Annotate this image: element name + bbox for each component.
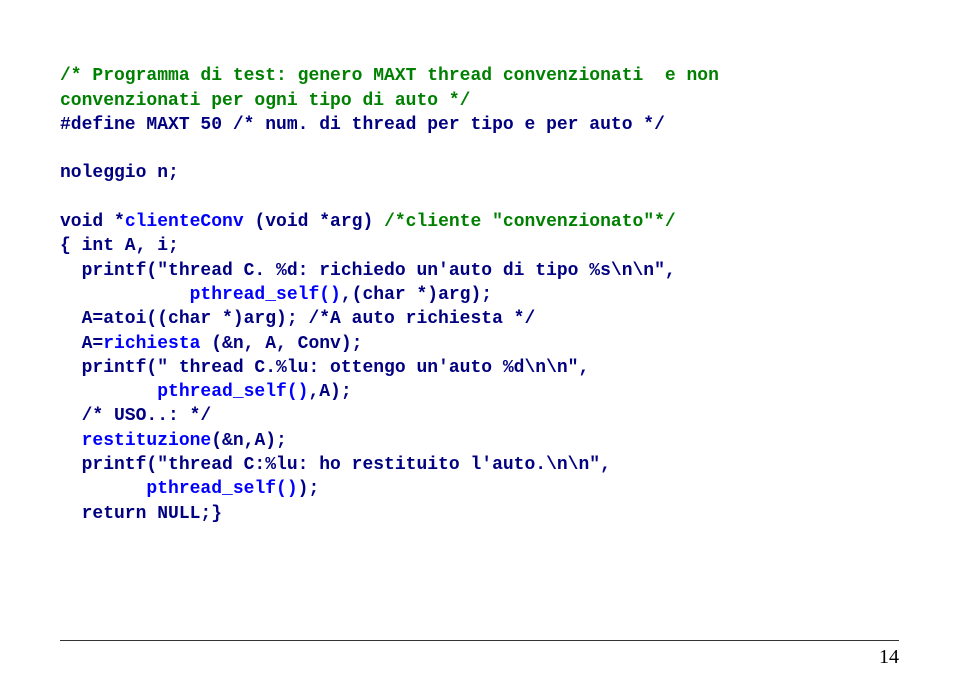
comment-line: /* Programma di test: genero MAXT thread… (60, 66, 719, 86)
code-line: #define MAXT 50 /* num. di thread per ti… (60, 115, 665, 135)
code-line: A=richiesta (&n, A, Conv); (60, 334, 362, 354)
identifier: richiesta (103, 334, 200, 354)
identifier: pthread_self() (146, 479, 297, 499)
code-line: printf(" thread C.%lu: ottengo un'auto %… (60, 358, 589, 378)
code-block: /* Programma di test: genero MAXT thread… (60, 40, 899, 526)
identifier: pthread_self() (190, 285, 341, 305)
comment-inline: /*cliente "convenzionato"*/ (384, 212, 676, 232)
identifier: restituzione (82, 431, 212, 451)
identifier: pthread_self() (157, 382, 308, 402)
code-line: A=atoi((char *)arg); /*A auto richiesta … (60, 309, 535, 329)
code-line: restituzione(&n,A); (60, 431, 287, 451)
code-line: void *clienteConv (void *arg) /*cliente … (60, 212, 676, 232)
horizontal-rule (60, 640, 899, 641)
code-line: pthread_self()); (60, 479, 319, 499)
code-line: return NULL;} (60, 504, 222, 524)
code-line: printf("thread C. %d: richiedo un'auto d… (60, 261, 676, 281)
identifier: clienteConv (125, 212, 244, 232)
page-number: 14 (879, 644, 899, 671)
code-line: pthread_self(),A); (60, 382, 352, 402)
code-line: pthread_self(),(char *)arg); (60, 285, 492, 305)
code-line: /* USO..: */ (60, 406, 211, 426)
code-line: noleggio n; (60, 163, 179, 183)
code-line: { int A, i; (60, 236, 179, 256)
code-line: printf("thread C:%lu: ho restituito l'au… (60, 455, 611, 475)
comment-line: convenzionati per ogni tipo di auto */ (60, 91, 470, 111)
